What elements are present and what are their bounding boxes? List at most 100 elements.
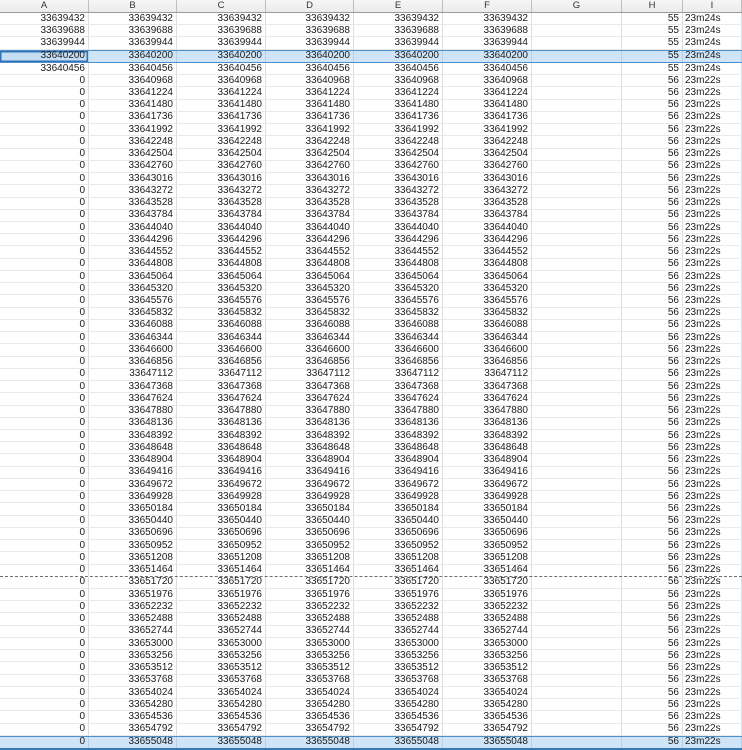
cell[interactable]: 33644296 [266, 234, 354, 246]
cell[interactable]: 33648136 [354, 417, 443, 429]
cell[interactable]: 33648904 [354, 454, 443, 466]
cell[interactable] [532, 295, 622, 307]
cell[interactable]: 33645576 [266, 295, 354, 307]
cell[interactable]: 33641992 [89, 124, 177, 136]
cell[interactable]: 33641480 [89, 99, 177, 111]
cell[interactable]: 56 [622, 405, 683, 417]
cell[interactable]: 33647112 [354, 368, 443, 381]
cell[interactable]: 33648904 [266, 454, 354, 466]
cell[interactable]: 33647368 [89, 381, 177, 393]
cell[interactable] [532, 307, 622, 319]
cell[interactable]: 33654536 [177, 711, 266, 723]
cell[interactable]: 33650696 [354, 527, 443, 540]
cell[interactable]: 33653000 [177, 637, 266, 650]
cell[interactable]: 33640200 [354, 50, 443, 62]
cell[interactable]: 0 [0, 295, 89, 307]
cell[interactable]: 23m22s [683, 368, 742, 381]
cell[interactable]: 33653768 [89, 674, 177, 686]
column-header-A[interactable]: A [0, 0, 89, 12]
cell[interactable]: 33651720 [443, 576, 532, 589]
cell[interactable] [532, 442, 622, 454]
cell[interactable]: 56 [622, 515, 683, 527]
cell[interactable]: 23m22s [683, 674, 742, 686]
cell[interactable]: 23m22s [683, 136, 742, 148]
cell[interactable] [532, 625, 622, 637]
cell[interactable]: 33649672 [177, 478, 266, 491]
cell[interactable]: 23m22s [683, 711, 742, 723]
cell[interactable] [532, 185, 622, 197]
cell[interactable]: 23m22s [683, 234, 742, 246]
cell[interactable]: 33645320 [354, 283, 443, 295]
cell[interactable]: 56 [622, 332, 683, 344]
cell[interactable]: 33647112 [177, 368, 266, 381]
cell[interactable]: 33644296 [354, 234, 443, 246]
cell[interactable]: 33639944 [177, 37, 266, 49]
cell[interactable]: 33653768 [266, 674, 354, 686]
cell[interactable]: 23m24s [683, 50, 742, 62]
cell[interactable]: 33646344 [266, 332, 354, 344]
cell[interactable]: 0 [0, 393, 89, 405]
cell[interactable]: 33645064 [443, 270, 532, 283]
cell[interactable]: 33653256 [177, 650, 266, 662]
cell[interactable]: 23m22s [683, 736, 742, 749]
cell[interactable]: 33648136 [443, 417, 532, 429]
cell[interactable]: 33652488 [266, 613, 354, 625]
cell[interactable]: 0 [0, 405, 89, 417]
cell[interactable]: 33644552 [443, 246, 532, 258]
cell[interactable]: 33654792 [89, 723, 177, 735]
cell[interactable] [532, 344, 622, 356]
cell[interactable]: 33652232 [354, 601, 443, 613]
cell[interactable] [532, 13, 622, 25]
cell[interactable]: 33643528 [354, 197, 443, 209]
cell[interactable]: 33654024 [89, 686, 177, 699]
cell[interactable]: 33640200 [443, 50, 532, 62]
cell[interactable]: 33641992 [443, 124, 532, 136]
cell[interactable] [532, 393, 622, 405]
cell[interactable]: 33654024 [266, 686, 354, 699]
cell[interactable]: 23m22s [683, 381, 742, 393]
cell[interactable]: 33643784 [89, 209, 177, 221]
cell[interactable]: 33644040 [89, 221, 177, 234]
cell[interactable]: 33654792 [266, 723, 354, 735]
cell[interactable]: 0 [0, 160, 89, 173]
cell[interactable]: 33648136 [177, 417, 266, 429]
cell[interactable] [532, 417, 622, 429]
cell[interactable]: 23m22s [683, 270, 742, 283]
cell[interactable]: 33642504 [266, 148, 354, 160]
cell[interactable]: 33654536 [443, 711, 532, 723]
cell[interactable]: 33654536 [266, 711, 354, 723]
cell[interactable]: 33647880 [443, 405, 532, 417]
cell[interactable]: 33647112 [443, 368, 532, 381]
cell[interactable]: 23m22s [683, 393, 742, 405]
cell[interactable]: 33644808 [177, 258, 266, 270]
cell[interactable]: 56 [622, 381, 683, 393]
cell[interactable]: 0 [0, 662, 89, 674]
cell[interactable]: 33652232 [266, 601, 354, 613]
cell[interactable]: 56 [622, 295, 683, 307]
cell[interactable]: 0 [0, 711, 89, 723]
cell[interactable]: 33651720 [89, 576, 177, 589]
cell[interactable]: 33653768 [443, 674, 532, 686]
cell[interactable]: 33650440 [266, 515, 354, 527]
cell[interactable]: 33640456 [443, 62, 532, 75]
cell[interactable] [532, 111, 622, 124]
cell[interactable]: 33651976 [177, 589, 266, 601]
cell[interactable]: 56 [622, 124, 683, 136]
cell[interactable]: 33642248 [89, 136, 177, 148]
cell[interactable]: 33641736 [443, 111, 532, 124]
cell[interactable]: 33641736 [266, 111, 354, 124]
cell[interactable] [532, 711, 622, 723]
cell[interactable]: 33646344 [354, 332, 443, 344]
cell[interactable]: 23m22s [683, 405, 742, 417]
cell[interactable]: 33643528 [177, 197, 266, 209]
cell[interactable]: 56 [622, 87, 683, 99]
cell[interactable] [532, 197, 622, 209]
cell[interactable]: 0 [0, 491, 89, 503]
cell[interactable] [532, 527, 622, 540]
cell[interactable]: 23m24s [683, 13, 742, 25]
cell[interactable]: 0 [0, 368, 89, 381]
cell[interactable]: 33649928 [89, 491, 177, 503]
cell[interactable]: 33639688 [0, 25, 89, 37]
cell[interactable]: 33654280 [89, 699, 177, 711]
cell[interactable]: 23m22s [683, 307, 742, 319]
